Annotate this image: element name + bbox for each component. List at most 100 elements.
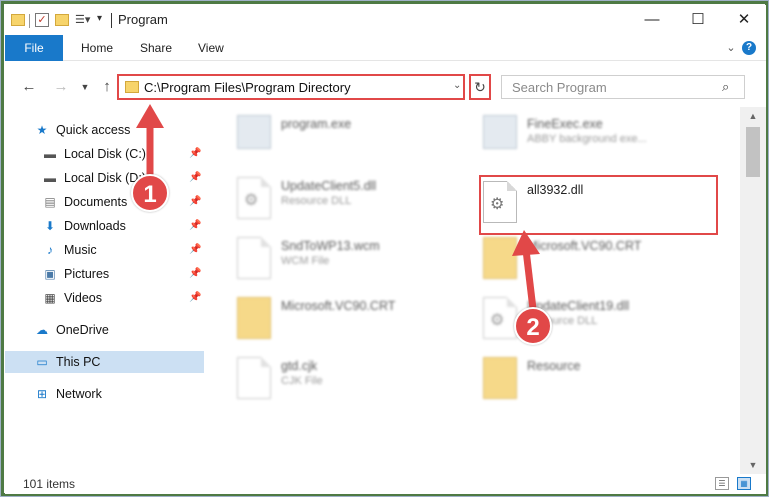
file-icon — [237, 357, 271, 399]
status-bar: 101 items ☰ ▦ — [5, 474, 766, 494]
list-item[interactable]: ⚙ UpdateClient5.dll Resource DLL — [233, 171, 483, 225]
pin-icon[interactable]: 📌 — [189, 167, 201, 189]
divider — [29, 14, 30, 28]
list-item[interactable]: program.exe — [233, 109, 483, 163]
music-note-icon: ♪ — [47, 243, 53, 257]
window-title: Program — [118, 12, 168, 27]
sidebar-item-this-pc[interactable]: ▭ This PC — [5, 351, 204, 373]
large-icons-view-icon[interactable]: ▦ — [737, 477, 751, 490]
sidebar-item-videos[interactable]: ▦ Videos 📌 — [5, 287, 204, 309]
sidebar-item-network[interactable]: ⊞ Network — [5, 383, 204, 405]
cloud-icon: ☁ — [36, 323, 48, 337]
folder-icon — [483, 237, 517, 279]
file-name: FineExec.exe — [527, 117, 603, 131]
exe-icon — [237, 115, 271, 149]
navigation-pane: ★ Quick access ▬ Local Disk (C:) 📌 ▬ Loc… — [5, 111, 204, 474]
file-name: Microsoft.VC90.CRT — [281, 299, 396, 313]
vertical-scrollbar[interactable]: ▲ ▼ — [740, 107, 766, 474]
tab-share[interactable]: Share — [140, 35, 172, 61]
window-inner: ✓ ☰▾ ▾ Program — ☐ ✕ File Home Share Vie… — [5, 5, 766, 494]
new-folder-icon[interactable] — [55, 14, 69, 26]
sidebar-item-label: Quick access — [56, 123, 131, 137]
sidebar-item-label: Music — [64, 243, 97, 257]
documents-icon: ▤ — [44, 195, 56, 209]
dll-icon: ⚙ — [483, 297, 517, 339]
scroll-down-icon[interactable]: ▼ — [740, 456, 766, 474]
search-placeholder: Search Program — [512, 80, 607, 95]
sidebar-item-quick-access[interactable]: ★ Quick access — [5, 119, 204, 141]
properties-check-icon[interactable]: ✓ — [35, 13, 49, 27]
address-bar[interactable]: C:\Program Files\Program Directory ⌄ — [117, 74, 465, 100]
file-name: Microsoft.VC90.CRT — [527, 239, 642, 253]
exe-icon — [483, 115, 517, 149]
sidebar-item-music[interactable]: ♪ Music 📌 — [5, 239, 204, 261]
film-icon: ▦ — [44, 291, 56, 305]
computer-icon: ▭ — [36, 355, 48, 369]
pictures-icon: ▣ — [44, 267, 56, 281]
list-item[interactable]: gtd.cjk CJK File — [233, 351, 483, 405]
pin-icon[interactable]: 📌 — [189, 215, 201, 237]
drive-icon: ▬ — [44, 147, 56, 161]
minimize-button[interactable]: — — [629, 5, 675, 35]
search-icon[interactable]: ⌕ — [722, 79, 729, 95]
expand-ribbon-chevron-icon[interactable]: ⌄ — [721, 35, 741, 61]
file-type: ABBY background exe... — [527, 133, 647, 145]
search-input[interactable]: Search Program ⌕ — [501, 75, 745, 99]
maximize-button[interactable]: ☐ — [675, 5, 721, 35]
file-type: CJK File — [281, 375, 323, 387]
list-item[interactable]: Microsoft.VC90.CRT — [479, 231, 729, 285]
pin-icon[interactable]: 📌 — [189, 191, 201, 213]
folder-icon[interactable] — [11, 14, 25, 26]
tab-view[interactable]: View — [198, 35, 224, 61]
ribbon-tabs: File Home Share View ⌄ ? — [5, 35, 766, 61]
file-name: UpdateClient5.dll — [281, 179, 377, 193]
title-bar: ✓ ☰▾ ▾ Program — ☐ ✕ — [5, 5, 766, 35]
sidebar-item-downloads[interactable]: ⬇ Downloads 📌 — [5, 215, 204, 237]
folder-icon — [125, 81, 139, 93]
help-icon[interactable]: ? — [742, 41, 756, 55]
pin-icon[interactable]: 📌 — [189, 287, 201, 309]
address-path[interactable]: C:\Program Files\Program Directory — [144, 80, 351, 95]
refresh-icon[interactable]: ↻ — [469, 74, 491, 100]
sidebar-item-label: Downloads — [64, 219, 126, 233]
explorer-window: ✓ ☰▾ ▾ Program — ☐ ✕ File Home Share Vie… — [0, 0, 769, 497]
sidebar-item-local-disk-d[interactable]: ▬ Local Disk (D:) 📌 — [5, 167, 204, 189]
scroll-thumb[interactable] — [746, 127, 760, 177]
close-button[interactable]: ✕ — [721, 5, 766, 35]
file-icon — [237, 237, 271, 279]
customize-toolbar-chevron-icon[interactable]: ▾ — [97, 13, 102, 24]
sidebar-item-label: OneDrive — [56, 323, 109, 337]
sidebar-item-pictures[interactable]: ▣ Pictures 📌 — [5, 263, 204, 285]
recent-locations-chevron-icon[interactable]: ▼ — [75, 77, 95, 97]
list-item[interactable]: Resource — [479, 351, 729, 405]
file-name: gtd.cjk — [281, 359, 318, 373]
scroll-up-icon[interactable]: ▲ — [740, 107, 766, 125]
callout-1: 1 — [131, 174, 169, 212]
list-item[interactable]: SndToWP13.wcm WCM File — [233, 231, 483, 285]
quick-access-toolbar-icon[interactable]: ☰▾ — [75, 13, 93, 27]
sidebar-item-label: Videos — [64, 291, 102, 305]
pin-icon[interactable]: 📌 — [189, 263, 201, 285]
sidebar-item-documents[interactable]: ▤ Documents 📌 — [5, 191, 204, 213]
forward-arrow-icon[interactable]: → — [51, 77, 71, 97]
list-item[interactable]: FineExec.exe ABBY background exe... — [479, 109, 729, 163]
details-view-icon[interactable]: ☰ — [715, 477, 729, 490]
tab-home[interactable]: Home — [81, 35, 113, 61]
sidebar-item-label: Network — [56, 387, 102, 401]
back-arrow-icon[interactable]: ← — [19, 77, 39, 97]
star-icon: ★ — [36, 123, 48, 137]
list-item[interactable]: Microsoft.VC90.CRT — [233, 291, 483, 345]
pin-icon[interactable]: 📌 — [189, 239, 201, 261]
sidebar-item-onedrive[interactable]: ☁ OneDrive — [5, 319, 204, 341]
up-arrow-icon[interactable]: ↑ — [97, 77, 117, 97]
address-dropdown-chevron-icon[interactable]: ⌄ — [453, 80, 461, 91]
sidebar-item-local-disk-c[interactable]: ▬ Local Disk (C:) 📌 — [5, 143, 204, 165]
sidebar-item-label: Local Disk (C:) — [64, 147, 146, 161]
divider — [111, 13, 112, 28]
sidebar-item-label: This PC — [56, 355, 101, 369]
item-count: 101 items — [23, 477, 76, 491]
file-name: Resource — [527, 359, 581, 373]
tab-file[interactable]: File — [5, 35, 63, 61]
navigation-bar: ← → ▼ ↑ C:\Program Files\Program Directo… — [5, 73, 766, 103]
pin-icon[interactable]: 📌 — [189, 143, 201, 165]
